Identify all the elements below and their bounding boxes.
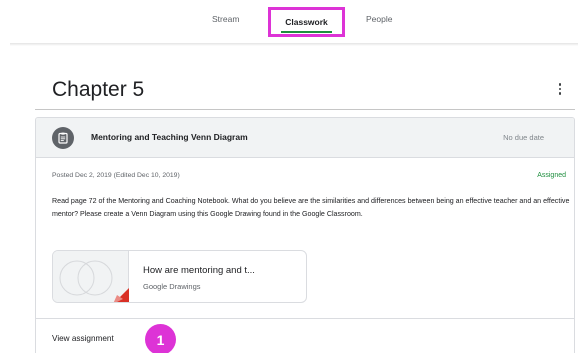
top-nav: Stream Classwork People xyxy=(0,0,588,46)
attachment-type: Google Drawings xyxy=(143,282,201,291)
assignment-title: Mentoring and Teaching Venn Diagram xyxy=(91,132,248,142)
tab-stream[interactable]: Stream xyxy=(212,14,239,24)
topic-title: Chapter 5 xyxy=(52,78,145,101)
nav-shadow xyxy=(10,43,578,46)
assignment-icon xyxy=(52,127,74,149)
view-assignment-link[interactable]: View assignment xyxy=(52,334,114,343)
status-badge: Assigned xyxy=(537,172,566,179)
attachment-thumbnail xyxy=(53,251,129,302)
assignment-instructions: Read page 72 of the Mentoring and Coachi… xyxy=(52,197,570,218)
attachment-title: How are mentoring and t... xyxy=(143,265,255,276)
posted-date: Posted Dec 2, 2019 (Edited Dec 10, 2019) xyxy=(52,172,180,179)
assignment-card: Mentoring and Teaching Venn Diagram No d… xyxy=(35,117,575,353)
topic-divider xyxy=(35,109,575,110)
step-number-badge: 1 xyxy=(145,324,176,353)
tab-classwork[interactable]: Classwork xyxy=(268,7,345,37)
card-footer: View assignment 1 xyxy=(36,318,574,353)
assignment-header[interactable]: Mentoring and Teaching Venn Diagram No d… xyxy=(36,118,574,158)
attachment-card[interactable]: How are mentoring and t... Google Drawin… xyxy=(52,250,307,303)
active-tab-indicator xyxy=(281,31,332,33)
tab-classwork-label: Classwork xyxy=(285,17,328,27)
more-vert-icon[interactable] xyxy=(555,80,565,98)
due-date: No due date xyxy=(503,133,544,142)
tab-people[interactable]: People xyxy=(366,14,392,24)
